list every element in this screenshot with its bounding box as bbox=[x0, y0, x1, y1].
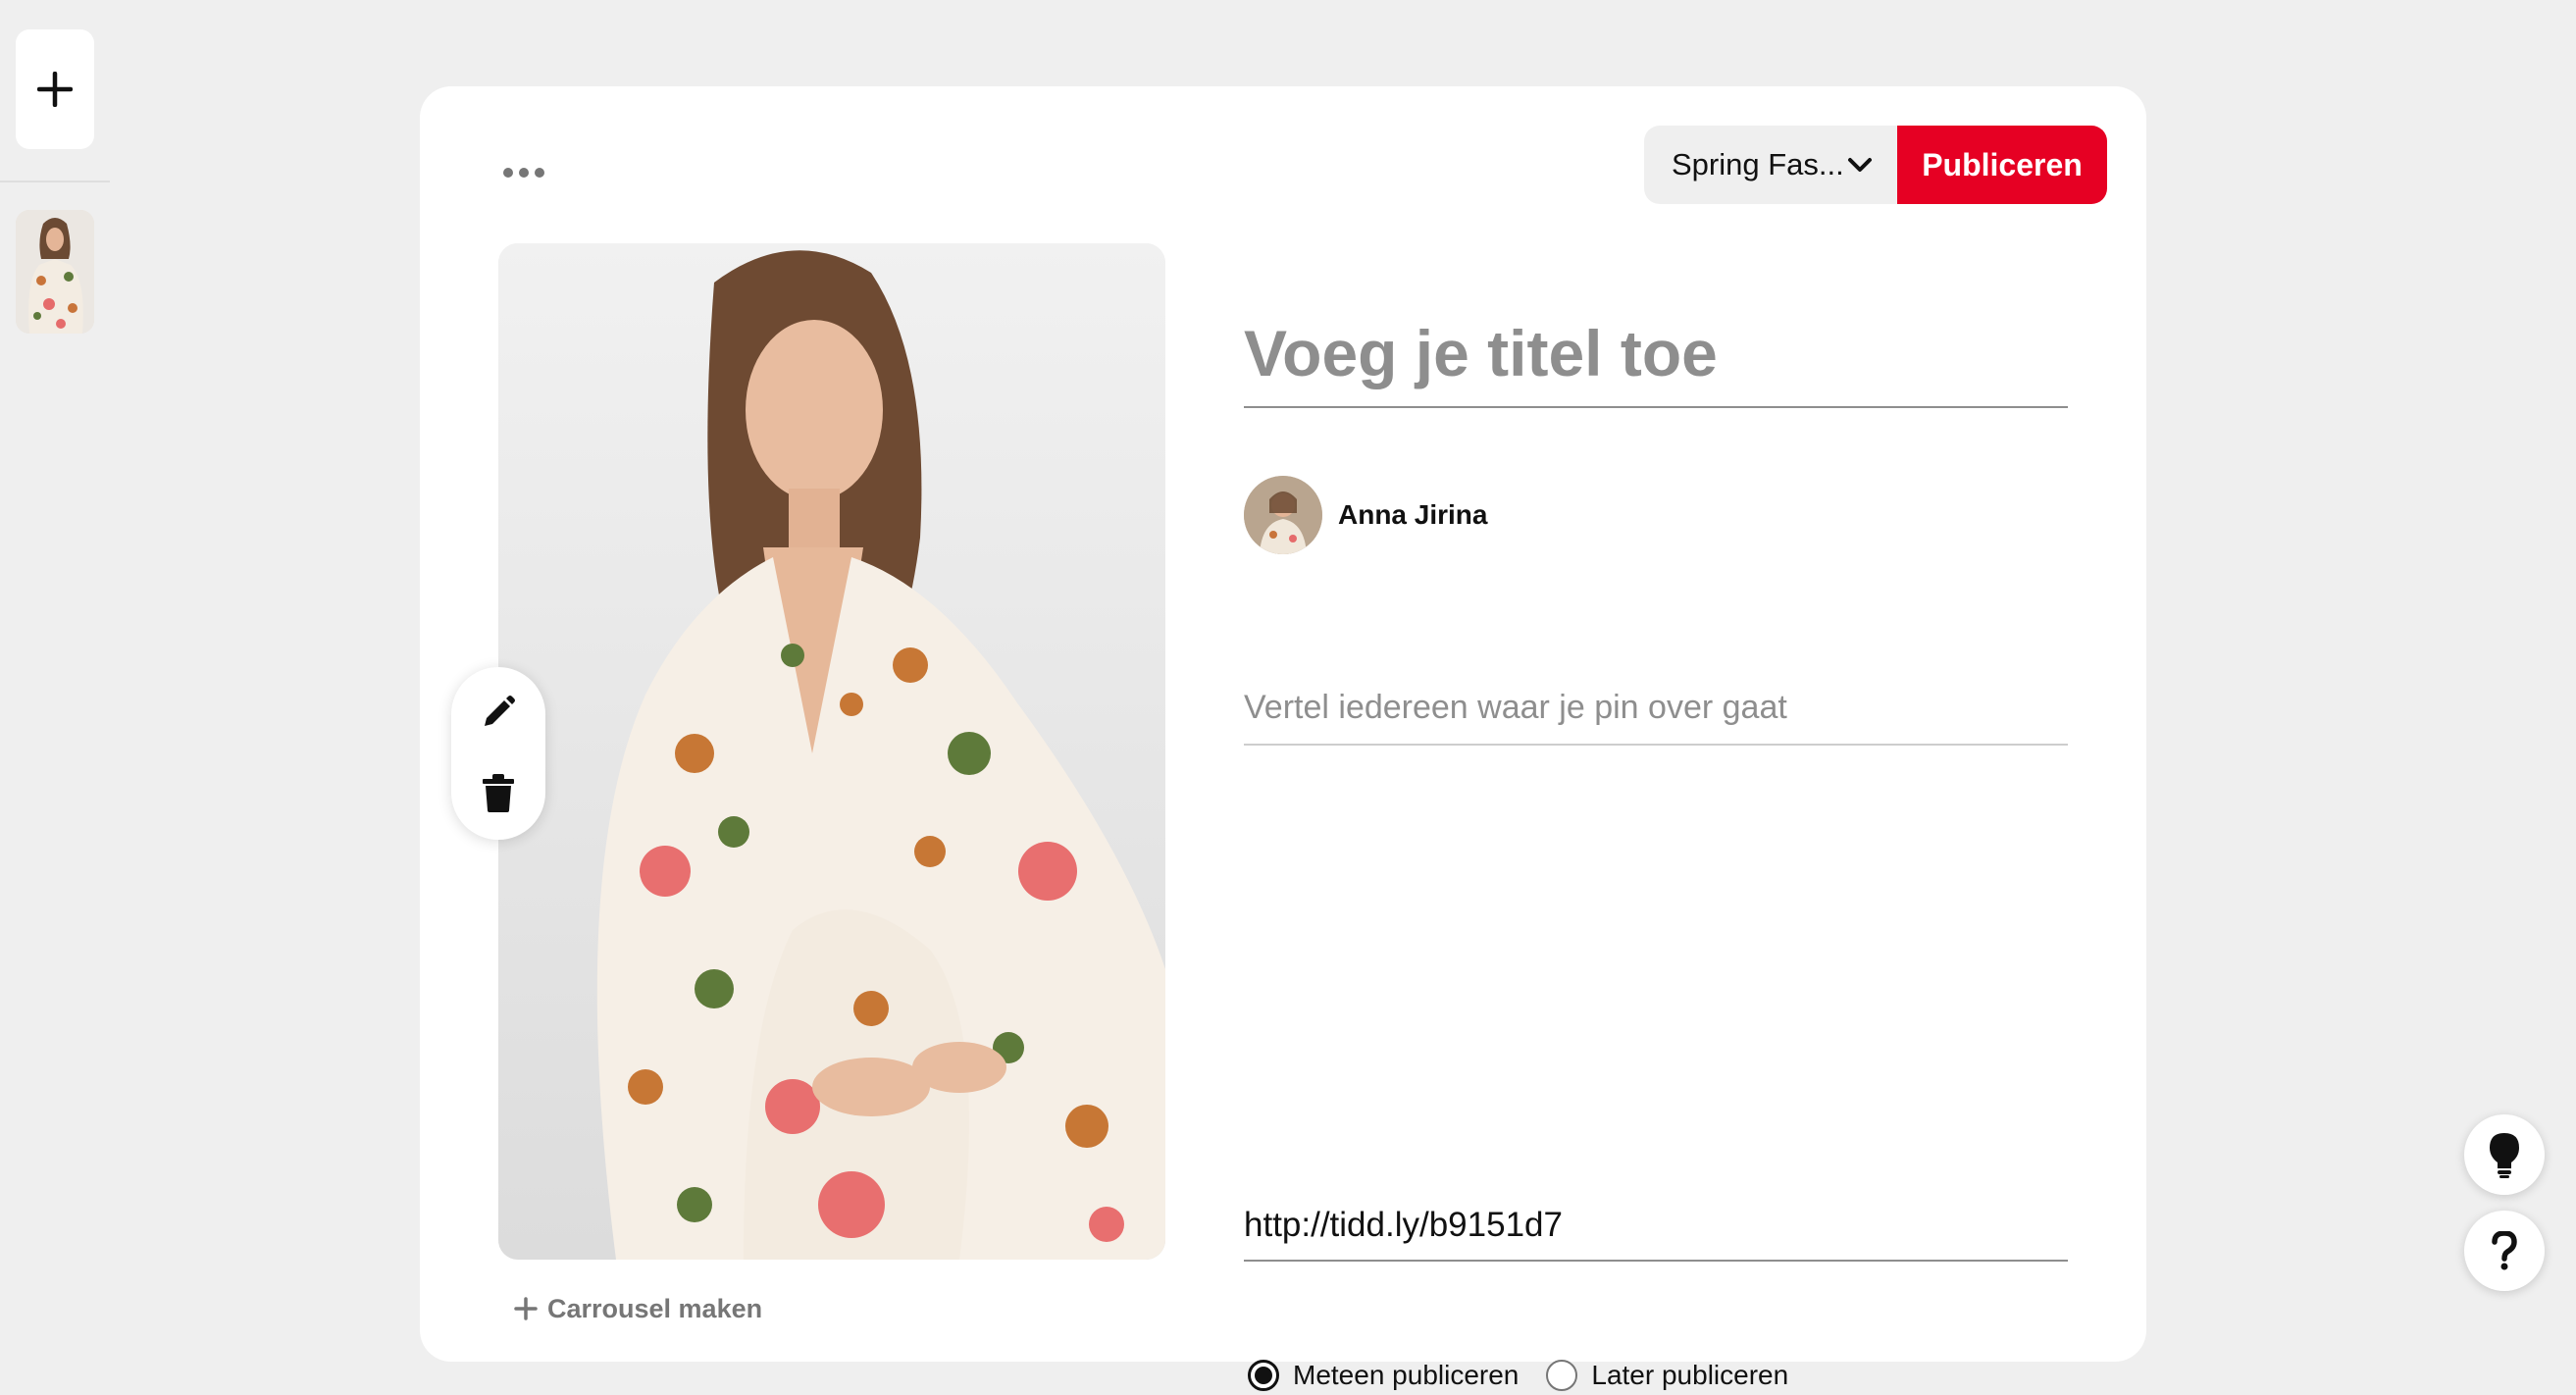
author-name: Anna Jirina bbox=[1338, 499, 1488, 530]
publish-now-radio[interactable] bbox=[1248, 1360, 1279, 1391]
tips-button[interactable] bbox=[2464, 1114, 2545, 1195]
question-mark-icon bbox=[2492, 1231, 2517, 1270]
more-dot bbox=[519, 168, 529, 178]
chevron-down-icon bbox=[1848, 158, 1872, 172]
rail-divider bbox=[0, 181, 110, 182]
publish-later-option[interactable]: Later publiceren bbox=[1546, 1360, 1788, 1391]
destination-link-input[interactable] bbox=[1244, 1191, 2068, 1262]
title-input[interactable] bbox=[1244, 300, 2068, 408]
pencil-icon bbox=[485, 696, 515, 726]
left-rail bbox=[0, 0, 110, 1326]
publish-later-label: Later publiceren bbox=[1591, 1360, 1789, 1390]
carousel-label: Carrousel maken bbox=[547, 1293, 763, 1323]
publish-later-radio[interactable] bbox=[1546, 1360, 1578, 1391]
more-dot bbox=[535, 168, 544, 178]
lightbulb-icon bbox=[2490, 1133, 2519, 1178]
publish-timing: Meteen publiceren Later publiceren bbox=[1248, 1356, 1788, 1395]
add-pin-button[interactable] bbox=[16, 29, 94, 149]
board-select[interactable]: Spring Fas... bbox=[1644, 126, 1899, 204]
avatar bbox=[1244, 476, 1322, 554]
publish-now-label: Meteen publiceren bbox=[1293, 1360, 1520, 1390]
edit-image-button[interactable] bbox=[475, 689, 522, 736]
pin-image bbox=[498, 243, 1165, 1260]
pin-image-illustration bbox=[498, 243, 1165, 1260]
publish-now-option[interactable]: Meteen publiceren bbox=[1248, 1360, 1519, 1391]
pin-thumbnail[interactable] bbox=[16, 210, 94, 334]
description-input[interactable] bbox=[1244, 671, 2068, 746]
help-button[interactable] bbox=[2464, 1211, 2545, 1291]
image-edit-tools bbox=[451, 667, 545, 840]
create-carousel-link[interactable]: Carrousel maken bbox=[514, 1289, 762, 1328]
delete-image-button[interactable] bbox=[475, 769, 522, 816]
more-horizontal-icon bbox=[503, 168, 513, 178]
author: Anna Jirina bbox=[1244, 475, 1487, 555]
avatar-image bbox=[1244, 476, 1322, 554]
publish-button[interactable]: Publiceren bbox=[1897, 126, 2107, 204]
pin-thumbnail-image bbox=[16, 210, 94, 334]
more-options-button[interactable] bbox=[496, 145, 551, 200]
pin-builder-card: Spring Fas... Publiceren Carrousel maken… bbox=[420, 86, 2146, 1391]
plus-icon bbox=[514, 1297, 538, 1320]
plus-icon bbox=[37, 72, 73, 107]
trash-icon bbox=[483, 774, 514, 812]
board-select-label: Spring Fas... bbox=[1672, 147, 1844, 181]
